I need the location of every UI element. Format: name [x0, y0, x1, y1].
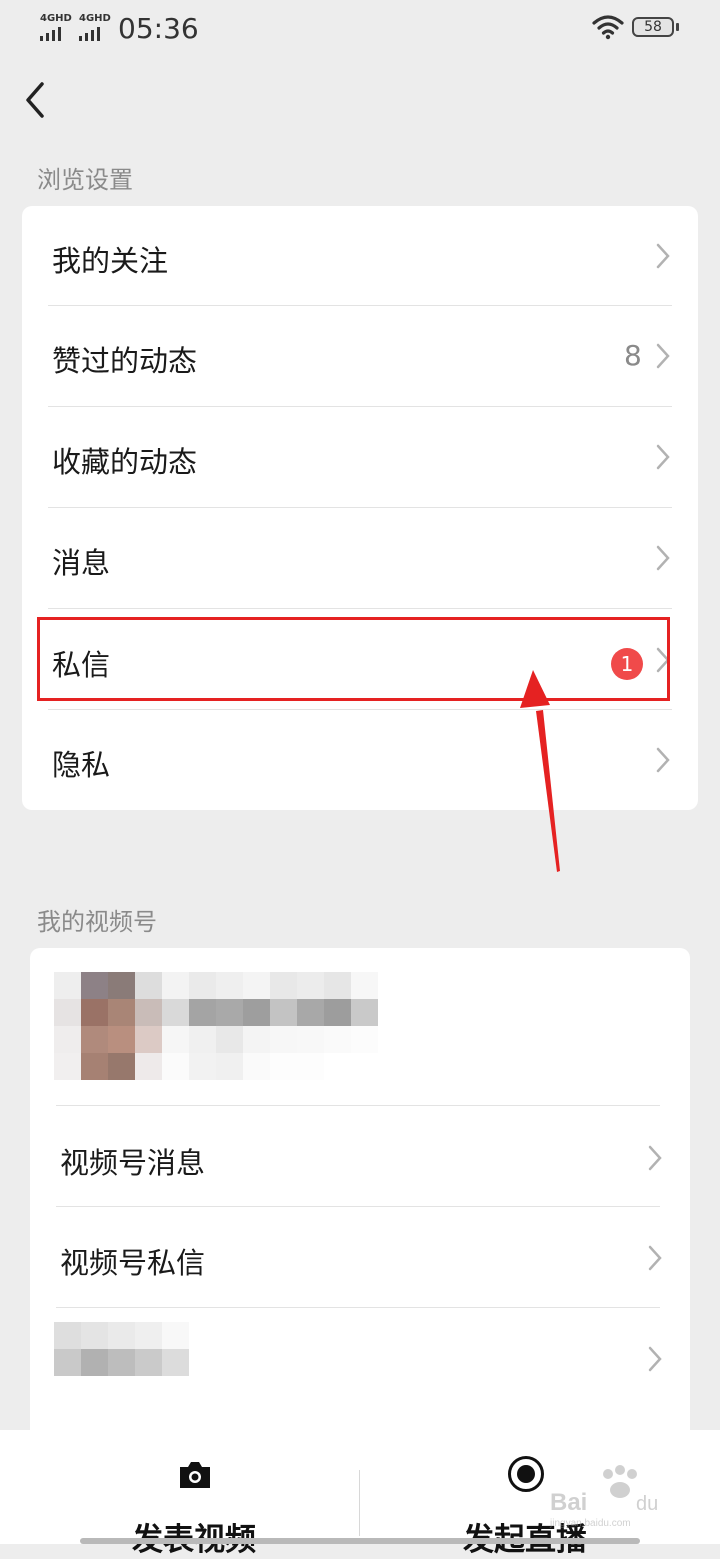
- list-item-label: 视频号私信: [60, 1246, 206, 1280]
- liked-count: 8: [624, 339, 642, 372]
- battery-cap: [676, 23, 679, 31]
- divider: [48, 608, 672, 609]
- list-item-label: 隐私: [52, 748, 111, 782]
- divider: [56, 1206, 660, 1207]
- clock: 05:36: [118, 12, 199, 45]
- section-title-browse: 浏览设置: [37, 166, 133, 194]
- signal-indicator-2: 4GHD: [79, 14, 111, 41]
- list-item-blurred[interactable]: [30, 1309, 690, 1410]
- svg-text:jingyan.baidu.com: jingyan.baidu.com: [549, 1518, 631, 1529]
- signal-bars-icon: [40, 27, 72, 41]
- back-button[interactable]: [22, 80, 52, 120]
- divider: [56, 1307, 660, 1308]
- list-item-channel-private-messages[interactable]: 视频号私信: [30, 1208, 690, 1309]
- home-indicator[interactable]: [80, 1538, 640, 1544]
- status-bar: 4GHD 4GHD 05:36 58: [0, 0, 720, 58]
- chevron-right-icon: [656, 545, 670, 571]
- channel-card: 视频号消息 视频号私信: [30, 948, 690, 1448]
- wifi-icon: [592, 15, 624, 40]
- signal-indicator-1: 4GHD: [40, 14, 72, 41]
- signal-bars-icon: [79, 27, 111, 41]
- signal-label: 4GHD: [79, 13, 111, 24]
- channel-name-blurred: [162, 972, 378, 1080]
- chevron-right-icon: [656, 243, 670, 269]
- list-item-liked-posts[interactable]: 赞过的动态 8: [22, 306, 698, 407]
- watermark-logo: Bai du jingyan.baidu.com: [549, 1465, 658, 1529]
- chevron-right-icon: [656, 747, 670, 773]
- chevron-right-icon: [648, 1245, 662, 1271]
- chevron-right-icon: [648, 1346, 662, 1372]
- post-video-button[interactable]: 发表视频: [0, 1430, 359, 1558]
- chevron-right-icon: [648, 1145, 662, 1171]
- chevron-right-icon: [656, 343, 670, 369]
- section-title-channel: 我的视频号: [37, 908, 157, 936]
- blurred-label: [54, 1322, 189, 1376]
- list-item-messages[interactable]: 消息: [22, 508, 698, 609]
- list-item-label: 视频号消息: [60, 1146, 206, 1180]
- divider: [56, 1105, 660, 1106]
- svg-text:Bai: Bai: [550, 1489, 587, 1516]
- chevron-right-icon: [656, 444, 670, 470]
- avatar: [54, 972, 162, 1080]
- list-item-label: 赞过的动态: [52, 344, 198, 378]
- chevron-left-icon: [26, 82, 44, 118]
- channel-profile[interactable]: [30, 948, 690, 1104]
- battery-level: 58: [644, 19, 662, 35]
- list-item-privacy[interactable]: 隐私: [22, 710, 698, 811]
- list-item-saved-posts[interactable]: 收藏的动态: [22, 407, 698, 508]
- camera-icon: [180, 1462, 210, 1488]
- list-item-my-follows[interactable]: 我的关注: [22, 206, 698, 307]
- list-item-label: 收藏的动态: [52, 445, 198, 479]
- live-record-icon: [508, 1456, 544, 1492]
- svg-text:du: du: [636, 1493, 658, 1515]
- annotation-arrow-icon: [520, 670, 560, 872]
- signal-label: 4GHD: [40, 13, 72, 24]
- list-item-label: 消息: [52, 546, 111, 580]
- highlight-box: [37, 617, 670, 701]
- list-item-label: 我的关注: [52, 244, 169, 278]
- battery-icon: 58: [632, 17, 674, 37]
- list-item-channel-messages[interactable]: 视频号消息: [30, 1108, 690, 1209]
- post-video-label: 发表视频: [132, 1522, 256, 1558]
- browse-settings-card: 我的关注 赞过的动态 8 收藏的动态 消息 私信 1 隐私: [22, 206, 698, 810]
